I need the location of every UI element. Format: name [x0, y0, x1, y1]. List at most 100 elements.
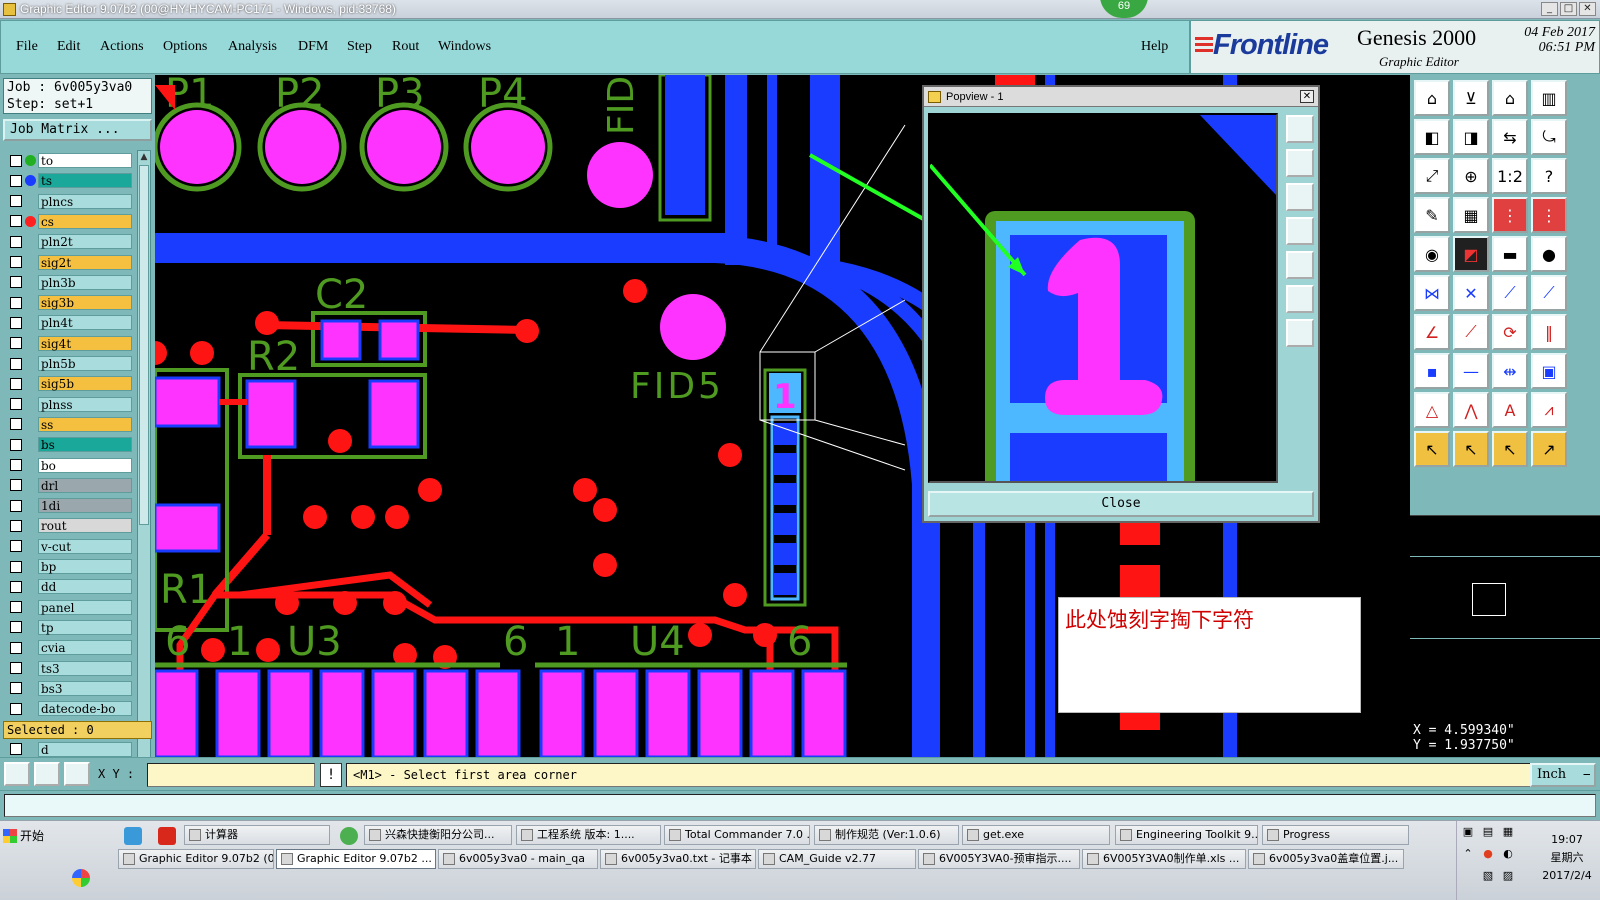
- taskbar-item[interactable]: 计算器: [184, 825, 330, 845]
- menu-edit[interactable]: Edit: [57, 39, 80, 55]
- flip-icon[interactable]: ◩: [1453, 236, 1489, 272]
- expand-tray-icon[interactable]: ⌃: [1461, 847, 1475, 861]
- width-icon[interactable]: ⇹: [1492, 353, 1528, 389]
- layer-checkbox[interactable]: [10, 682, 22, 695]
- layer-row-sig3b[interactable]: sig3b: [4, 295, 132, 311]
- layer-checkbox[interactable]: [10, 702, 22, 715]
- ratio-icon[interactable]: 1:2: [1492, 158, 1528, 194]
- letter-a-icon[interactable]: A: [1492, 392, 1528, 428]
- drill-icon[interactable]: ◉: [1414, 236, 1450, 272]
- taskbar-item[interactable]: Graphic Editor 9.07b2 (0...: [118, 849, 274, 869]
- popview-close-button[interactable]: Close: [928, 491, 1314, 517]
- popview-zoom-up-icon[interactable]: [1286, 149, 1314, 177]
- xy-input[interactable]: [147, 763, 315, 787]
- volume-icon[interactable]: ◐: [1501, 847, 1515, 861]
- layer-row-plncs[interactable]: plncs: [4, 193, 132, 209]
- layer-checkbox[interactable]: [10, 560, 22, 573]
- layer-row-tp[interactable]: tp: [4, 619, 132, 635]
- cross-icon[interactable]: ✕: [1453, 275, 1489, 311]
- layer-row-pln4t[interactable]: pln4t: [4, 315, 132, 331]
- taskbar-item[interactable]: Progress: [1262, 825, 1409, 845]
- popview-pan-right-icon[interactable]: [1286, 251, 1314, 279]
- layer-row-bs3[interactable]: bs3: [4, 680, 132, 696]
- zoom-box-icon[interactable]: ⊕: [1453, 158, 1489, 194]
- layer-checkbox[interactable]: [10, 601, 22, 614]
- select-icon[interactable]: ▪: [1414, 353, 1450, 389]
- ruler-icon[interactable]: ▬: [1492, 236, 1528, 272]
- layer-checkbox[interactable]: [10, 256, 22, 268]
- layer-checkbox[interactable]: [10, 479, 22, 492]
- taskbar-item[interactable]: 6v005y3va0 - main_qa: [438, 849, 598, 869]
- line-icon[interactable]: ⟋: [1492, 275, 1528, 311]
- quick-launch-icon[interactable]: [72, 869, 90, 887]
- peak-icon[interactable]: ⋀: [1453, 392, 1489, 428]
- dash-icon[interactable]: —: [1453, 353, 1489, 389]
- pan-right-icon[interactable]: ◨: [1453, 119, 1489, 155]
- taskbar-item[interactable]: 6v005y3va0.txt - 记事本: [600, 849, 756, 869]
- layer-checkbox[interactable]: [10, 540, 22, 553]
- quick-launch-icon[interactable]: [124, 827, 142, 845]
- taskbar-item[interactable]: Total Commander 7.0 ...: [664, 825, 810, 845]
- layer-checkbox[interactable]: [10, 499, 22, 512]
- ie-icon[interactable]: [340, 827, 358, 845]
- layer-row-pln3b[interactable]: pln3b: [4, 274, 132, 290]
- layer-row-plnss[interactable]: plnss: [4, 396, 132, 412]
- taskbar-item[interactable]: Graphic Editor 9.07b2 ...: [276, 849, 436, 869]
- layer-row-bs[interactable]: bs: [4, 437, 132, 453]
- layer-row-1di[interactable]: 1di: [4, 498, 132, 514]
- taskbar-item[interactable]: 工程系统 版本: 1....: [516, 825, 661, 845]
- taskbar-item[interactable]: 6V005Y3VA0制作单.xls ...: [1082, 849, 1246, 869]
- zoom-fit-icon[interactable]: ⤢: [1414, 158, 1450, 194]
- close-window-button[interactable]: ✕: [1579, 2, 1596, 16]
- layer-checkbox[interactable]: [10, 296, 22, 309]
- cursor-path-icon[interactable]: ↗: [1531, 431, 1567, 467]
- layer-checkbox[interactable]: [10, 235, 22, 248]
- layer-row-ss[interactable]: ss: [4, 416, 132, 432]
- start-button[interactable]: 开始: [3, 827, 44, 844]
- shape-icon[interactable]: ⩘: [1531, 392, 1567, 428]
- layer-row-panel[interactable]: panel: [4, 599, 132, 615]
- taskbar-item[interactable]: 制作规范 (Ver:1.0.6): [814, 825, 959, 845]
- house-icon[interactable]: ⌂: [1492, 80, 1528, 116]
- layer-row-sig2t[interactable]: sig2t: [4, 254, 132, 270]
- overview-map[interactable]: [1410, 515, 1600, 720]
- layer-row-pln5b[interactable]: pln5b: [4, 356, 132, 371]
- layer-checkbox[interactable]: [10, 195, 22, 208]
- rotate-icon[interactable]: ⤿: [1531, 119, 1567, 155]
- layer-checkbox[interactable]: [10, 641, 22, 654]
- layer-row-ts3[interactable]: ts3: [4, 660, 132, 676]
- scroll-thumb[interactable]: [139, 165, 149, 525]
- pdf-icon[interactable]: [158, 827, 176, 845]
- mirror-icon[interactable]: ‖: [1531, 314, 1567, 350]
- menu-windows[interactable]: Windows: [438, 39, 491, 55]
- layer-checkbox[interactable]: [10, 438, 22, 451]
- layer-row-rout[interactable]: rout: [4, 518, 132, 534]
- taskbar-item[interactable]: get.exe: [962, 825, 1110, 845]
- pattern-icon[interactable]: ▣: [1531, 353, 1567, 389]
- layer-checkbox[interactable]: [10, 519, 22, 532]
- snap-mode-icon[interactable]: [4, 762, 30, 786]
- scroll-up-icon[interactable]: ▲: [138, 151, 150, 163]
- layer-checkbox[interactable]: [10, 337, 22, 350]
- layer-row-datecode-bo[interactable]: datecode-bo: [4, 701, 132, 717]
- menu-step[interactable]: Step: [347, 39, 372, 55]
- printer-icon[interactable]: ▣: [1461, 825, 1475, 839]
- layer-checkbox[interactable]: [10, 174, 22, 187]
- language-icon[interactable]: ▧: [1481, 869, 1495, 883]
- slash-icon[interactable]: ⟋: [1453, 314, 1489, 350]
- menu-help[interactable]: Help: [1141, 39, 1168, 55]
- menu-analysis[interactable]: Analysis: [228, 39, 277, 55]
- measure-mode-icon[interactable]: [34, 762, 60, 786]
- popview-close-icon[interactable]: ✕: [1300, 90, 1314, 103]
- pan-left-icon[interactable]: ◧: [1414, 119, 1450, 155]
- layer-checkbox[interactable]: [10, 377, 22, 390]
- menu-options[interactable]: Options: [163, 39, 207, 55]
- layer-row-dd[interactable]: dd: [4, 579, 132, 595]
- down-arrow-icon[interactable]: ⊻: [1453, 80, 1489, 116]
- menu-rout[interactable]: Rout: [392, 39, 419, 55]
- net-icon[interactable]: ⋈: [1414, 275, 1450, 311]
- clipboard-icon[interactable]: ▤: [1481, 825, 1495, 839]
- layer-checkbox[interactable]: [10, 276, 22, 289]
- measure-icon[interactable]: ✎: [1414, 197, 1450, 233]
- layer-row-pln2t[interactable]: pln2t: [4, 234, 132, 250]
